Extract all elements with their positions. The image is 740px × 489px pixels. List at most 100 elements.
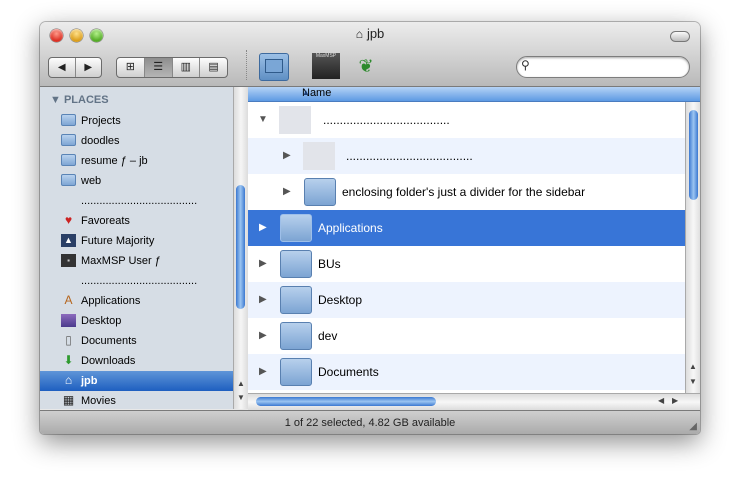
sidebar-item-documents[interactable]: ▯ Documents [40, 331, 233, 351]
list-row[interactable]: ▶ BUs [248, 246, 685, 282]
sidebar-scrollbar[interactable]: ▲ ▼ [233, 87, 248, 409]
list-horizontal-scrollbar[interactable]: ◀ ▶ [248, 393, 700, 410]
applications-icon: A [64, 293, 73, 307]
disclosure-closed-icon[interactable]: ▶ [283, 186, 291, 197]
vertical-scroll-thumb[interactable] [689, 110, 698, 200]
back-forward-buttons: ◀ ▶ [48, 57, 102, 78]
horizontal-scroll-thumb[interactable] [256, 397, 436, 406]
sidebar-item-label: doodles [81, 135, 120, 147]
folder-icon [61, 114, 76, 127]
window-title: ⌂ jpb [40, 26, 700, 41]
future-majority-icon: ▲ [61, 234, 76, 247]
sidebar-item-resume[interactable]: resume ƒ – jb [40, 151, 233, 171]
file-list: ▼ ......................................… [248, 102, 685, 393]
finder-window: ⌂ jpb ◀ ▶ ⊞ ☰ ▥ ▤ MaxMSP ❦ ⚲ ▼ PLACES Pro… [40, 22, 700, 434]
list-row[interactable]: ▶ enclosing folder's just a divider for … [248, 174, 685, 210]
search-input[interactable] [537, 59, 681, 75]
places-heading-text: PLACES [63, 94, 109, 106]
back-button[interactable]: ◀ [49, 58, 76, 77]
sidebar-item-projects[interactable]: Projects [40, 111, 233, 131]
list-row[interactable]: ▶ Applications [248, 210, 685, 246]
disclosure-closed-icon[interactable]: ▶ [259, 294, 267, 305]
folder-icon [280, 250, 312, 278]
maxmsp-icon-text: MaxMSP [315, 53, 337, 59]
sidebar-item-label: web [81, 175, 102, 187]
list-row[interactable]: ▶ ...................................... [248, 138, 685, 174]
sidebar-item-label: Movies [81, 395, 116, 407]
row-name: Documents [318, 365, 379, 379]
sidebar-item-label: ...................................... [81, 275, 198, 287]
blank-icon [303, 142, 335, 170]
row-name: Desktop [318, 293, 363, 307]
maxmsp-toolbar-icon[interactable]: MaxMSP [312, 53, 340, 79]
sidebar-item-label: Desktop [81, 315, 122, 327]
toolbar-toggle-button[interactable] [670, 31, 690, 42]
list-vertical-scrollbar[interactable]: ▲ ▼ [685, 102, 700, 393]
coverflow-view-button[interactable]: ▤ [200, 58, 227, 77]
sidebar-item-label: Documents [81, 335, 137, 347]
list-row[interactable]: ▶ Documents [248, 354, 685, 390]
disclosure-closed-icon[interactable]: ▶ [259, 366, 267, 377]
forward-button[interactable]: ▶ [76, 58, 102, 77]
home-icon: ⌂ [64, 373, 73, 387]
documents-icon: ▯ [65, 333, 72, 347]
sidebar-divider-item[interactable]: ...................................... [40, 191, 233, 211]
scroll-up-arrow[interactable]: ▲ [237, 379, 245, 388]
disclosure-closed-icon[interactable]: ▶ [283, 150, 291, 161]
column-view-button[interactable]: ▥ [173, 58, 201, 77]
list-view-button[interactable]: ☰ [144, 58, 173, 77]
window-title-text: jpb [366, 26, 385, 41]
resize-grip-icon[interactable]: ◢ [689, 421, 697, 432]
scroll-right-arrow[interactable]: ▶ [672, 396, 678, 405]
disclosure-closed-icon[interactable]: ▶ [259, 222, 267, 233]
maxmsp-icon: ▪ [61, 254, 76, 267]
disclosure-open-icon[interactable]: ▼ [258, 114, 268, 125]
scroll-up-arrow[interactable]: ▲ [689, 362, 697, 371]
list-row[interactable]: ▶ Desktop [248, 282, 685, 318]
scroll-left-arrow[interactable]: ◀ [658, 396, 664, 405]
folder-icon [61, 134, 76, 147]
list-row[interactable]: ▶ dev [248, 318, 685, 354]
status-text: 1 of 22 selected, 4.82 GB available [284, 417, 456, 429]
sidebar-item-label: jpb [81, 375, 98, 387]
sidebar-item-desktop[interactable]: Desktop [40, 311, 233, 331]
sidebar-item-label: Applications [81, 295, 141, 307]
sidebar-divider-item[interactable]: ...................................... [40, 271, 233, 291]
sidebar-item-downloads[interactable]: ⬇ Downloads [40, 351, 233, 371]
icon-view-button[interactable]: ⊞ [117, 58, 145, 77]
sidebar-item-favoreats[interactable]: ♥ Favoreats [40, 211, 233, 231]
sort-ascending-icon: ▲ [302, 88, 310, 97]
sidebar-item-web[interactable]: web [40, 171, 233, 191]
search-icon: ⚲ [521, 58, 530, 72]
blank-icon [279, 106, 311, 134]
toolbar-divider [246, 50, 248, 80]
home-icon: ⌂ [355, 27, 363, 41]
scroll-down-arrow[interactable]: ▼ [237, 393, 245, 402]
sidebar-item-movies[interactable]: ▦ Movies [40, 391, 233, 409]
folder-icon [280, 322, 312, 350]
view-mode-selector: ⊞ ☰ ▥ ▤ [116, 57, 228, 78]
leaf-app-icon[interactable]: ❦ [355, 55, 377, 77]
title-bar[interactable]: ⌂ jpb ◀ ▶ ⊞ ☰ ▥ ▤ MaxMSP ❦ ⚲ [40, 22, 700, 87]
sidebar-item-label: MaxMSP User ƒ [81, 255, 161, 267]
folder-icon [304, 178, 336, 206]
list-row[interactable]: ▼ ...................................... [248, 102, 685, 138]
sidebar-item-doodles[interactable]: doodles [40, 131, 233, 151]
sidebar-item-applications[interactable]: A Applications [40, 291, 233, 311]
sidebar-item-maxmsp[interactable]: ▪ MaxMSP User ƒ [40, 251, 233, 271]
disclosure-closed-icon[interactable]: ▶ [259, 330, 267, 341]
row-name: enclosing folder's just a divider for th… [342, 185, 586, 199]
disclosure-closed-icon[interactable]: ▶ [259, 258, 267, 269]
search-field[interactable]: ⚲ [516, 56, 690, 78]
places-heading[interactable]: ▼ PLACES [50, 94, 109, 106]
row-name: dev [318, 329, 338, 343]
folder-icon [61, 154, 76, 167]
sidebar-item-jpb[interactable]: ⌂ jpb [40, 371, 233, 391]
scroll-down-arrow[interactable]: ▼ [689, 377, 697, 386]
desktop-toolbar-icon[interactable] [259, 53, 289, 81]
sidebar: ▼ PLACES Projects doodles resume ƒ – jb … [40, 87, 233, 409]
sidebar-scroll-thumb[interactable] [236, 185, 245, 309]
name-column-header[interactable]: Name ▲ [248, 87, 700, 102]
sidebar-item-label: Projects [81, 115, 121, 127]
sidebar-item-future-majority[interactable]: ▲ Future Majority [40, 231, 233, 251]
